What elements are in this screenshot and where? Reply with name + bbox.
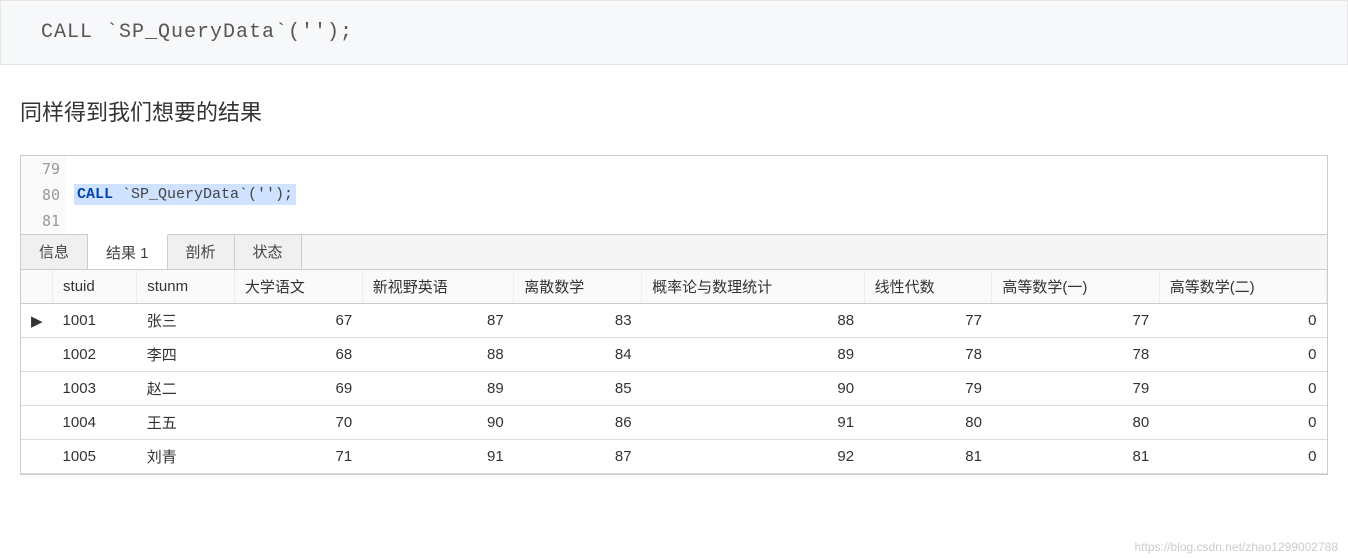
cell-value[interactable]: 0 [1159,440,1326,474]
cell-stuid[interactable]: 1004 [53,406,137,440]
cell-value[interactable]: 70 [234,406,362,440]
row-indicator-icon [21,440,53,474]
cell-value[interactable]: 67 [234,304,362,338]
col-c2[interactable]: 新视野英语 [362,270,514,304]
line-number: 81 [21,208,66,234]
cell-value[interactable]: 85 [514,372,642,406]
code-text: CALL `SP_QueryData`(''); [41,21,353,44]
cell-value[interactable]: 68 [234,338,362,372]
cell-value[interactable]: 81 [992,440,1159,474]
table-row[interactable]: 1005刘青7191879281810 [21,440,1327,474]
cell-value[interactable]: 0 [1159,372,1326,406]
cell-value[interactable]: 88 [362,338,514,372]
sql-highlight: CALL `SP_QueryData`(''); [74,184,296,205]
col-indicator [21,270,53,304]
tab-profile[interactable]: 剖析 [168,235,235,269]
code-line [66,208,1327,234]
cell-value[interactable]: 92 [642,440,865,474]
cell-stunm[interactable]: 王五 [137,406,235,440]
line-number: 80 [21,182,66,208]
query-result-panel: 79 80 CALL `SP_QueryData`(''); 81 信息 结果 … [20,155,1328,475]
cell-value[interactable]: 83 [514,304,642,338]
code-rest: `SP_QueryData`(''); [113,186,293,203]
sql-editor[interactable]: 79 80 CALL `SP_QueryData`(''); 81 [21,156,1327,234]
cell-value[interactable]: 0 [1159,406,1326,440]
cell-value[interactable]: 78 [864,338,992,372]
cell-value[interactable]: 90 [362,406,514,440]
description-text: 同样得到我们想要的结果 [20,95,1348,127]
cell-value[interactable]: 80 [864,406,992,440]
cell-stunm[interactable]: 李四 [137,338,235,372]
cell-stunm[interactable]: 刘青 [137,440,235,474]
cell-value[interactable]: 90 [642,372,865,406]
result-tabs: 信息 结果 1 剖析 状态 [21,234,1327,270]
table-body: ▶1001张三67878388777701002李四68888489787801… [21,304,1327,474]
cell-value[interactable]: 86 [514,406,642,440]
result-table: stuid stunm 大学语文 新视野英语 离散数学 概率论与数理统计 线性代… [21,270,1327,474]
cell-stunm[interactable]: 赵二 [137,372,235,406]
tab-status[interactable]: 状态 [235,235,302,269]
line-number: 79 [21,156,66,182]
code-block: CALL `SP_QueryData`(''); [0,0,1348,65]
cell-value[interactable]: 77 [992,304,1159,338]
watermark: https://blog.csdn.net/zhao1299002788 [1135,540,1339,554]
row-indicator-icon [21,406,53,440]
col-c7[interactable]: 高等数学(二) [1159,270,1326,304]
tab-info[interactable]: 信息 [21,235,88,269]
cell-stuid[interactable]: 1003 [53,372,137,406]
cell-value[interactable]: 81 [864,440,992,474]
cell-value[interactable]: 79 [992,372,1159,406]
table-header-row: stuid stunm 大学语文 新视野英语 离散数学 概率论与数理统计 线性代… [21,270,1327,304]
cell-value[interactable]: 91 [362,440,514,474]
cell-stuid[interactable]: 1002 [53,338,137,372]
tab-result-1[interactable]: 结果 1 [88,234,168,269]
cell-stuid[interactable]: 1005 [53,440,137,474]
cell-value[interactable]: 89 [642,338,865,372]
row-indicator-icon [21,338,53,372]
cell-value[interactable]: 89 [362,372,514,406]
cell-value[interactable]: 88 [642,304,865,338]
col-c6[interactable]: 高等数学(一) [992,270,1159,304]
cell-stuid[interactable]: 1001 [53,304,137,338]
cell-value[interactable]: 69 [234,372,362,406]
row-indicator-icon [21,372,53,406]
col-c1[interactable]: 大学语文 [234,270,362,304]
cell-value[interactable]: 71 [234,440,362,474]
col-stunm[interactable]: stunm [137,270,235,304]
cell-value[interactable]: 87 [362,304,514,338]
code-line: CALL `SP_QueryData`(''); [66,182,1327,208]
col-c5[interactable]: 线性代数 [864,270,992,304]
table-row[interactable]: 1002李四6888848978780 [21,338,1327,372]
table-row[interactable]: 1004王五7090869180800 [21,406,1327,440]
keyword-call: CALL [77,186,113,203]
cell-value[interactable]: 77 [864,304,992,338]
cell-value[interactable]: 80 [992,406,1159,440]
col-stuid[interactable]: stuid [53,270,137,304]
row-indicator-icon: ▶ [21,304,53,338]
cell-value[interactable]: 0 [1159,304,1326,338]
col-c4[interactable]: 概率论与数理统计 [642,270,865,304]
table-row[interactable]: 1003赵二6989859079790 [21,372,1327,406]
cell-stunm[interactable]: 张三 [137,304,235,338]
code-line [66,156,1327,182]
col-c3[interactable]: 离散数学 [514,270,642,304]
cell-value[interactable]: 78 [992,338,1159,372]
cell-value[interactable]: 0 [1159,338,1326,372]
cell-value[interactable]: 87 [514,440,642,474]
cell-value[interactable]: 91 [642,406,865,440]
table-row[interactable]: ▶1001张三6787838877770 [21,304,1327,338]
cell-value[interactable]: 84 [514,338,642,372]
cell-value[interactable]: 79 [864,372,992,406]
